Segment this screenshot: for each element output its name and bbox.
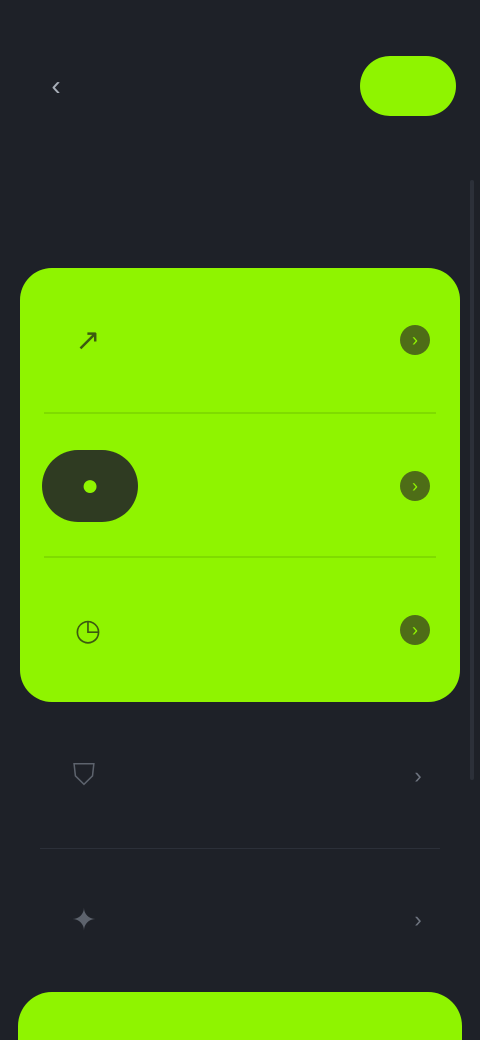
app-screen: ‹ ↗ › ● › ◷ › ⛉ › ✦ › <box>0 0 480 1040</box>
chevron-right-icon: › <box>400 471 430 501</box>
primary-bottom-button[interactable] <box>18 992 462 1040</box>
chevron-right-icon: › <box>414 763 422 788</box>
menu-item-3[interactable]: ◷ › <box>20 558 460 702</box>
back-button[interactable]: ‹ <box>38 68 74 104</box>
divider <box>40 848 440 849</box>
chevron-right-icon: › <box>400 615 430 645</box>
menu-item-4[interactable]: ⛉ › <box>20 716 460 836</box>
shield-icon: ⛉ <box>72 759 96 792</box>
page-title <box>134 148 346 188</box>
highlighted-menu-card: ↗ › ● › ◷ › <box>20 268 460 702</box>
star-icon: ✦ <box>71 903 97 937</box>
chevron-right-icon: › <box>400 325 430 355</box>
bulb-icon: ● <box>42 450 138 522</box>
chevron-left-icon: ‹ <box>51 70 61 101</box>
chevron-right-icon: › <box>414 907 422 932</box>
scrollbar[interactable] <box>470 180 474 780</box>
menu-item-2[interactable]: ● › <box>20 414 460 558</box>
status-bar <box>30 14 450 44</box>
menu-item-1[interactable]: ↗ › <box>20 268 460 412</box>
top-navigation: ‹ <box>24 56 456 116</box>
menu-item-5[interactable]: ✦ › <box>20 860 460 980</box>
top-action-button[interactable] <box>360 56 456 116</box>
arrow-icon: ↗ <box>75 323 101 357</box>
clock-icon: ◷ <box>74 613 102 647</box>
